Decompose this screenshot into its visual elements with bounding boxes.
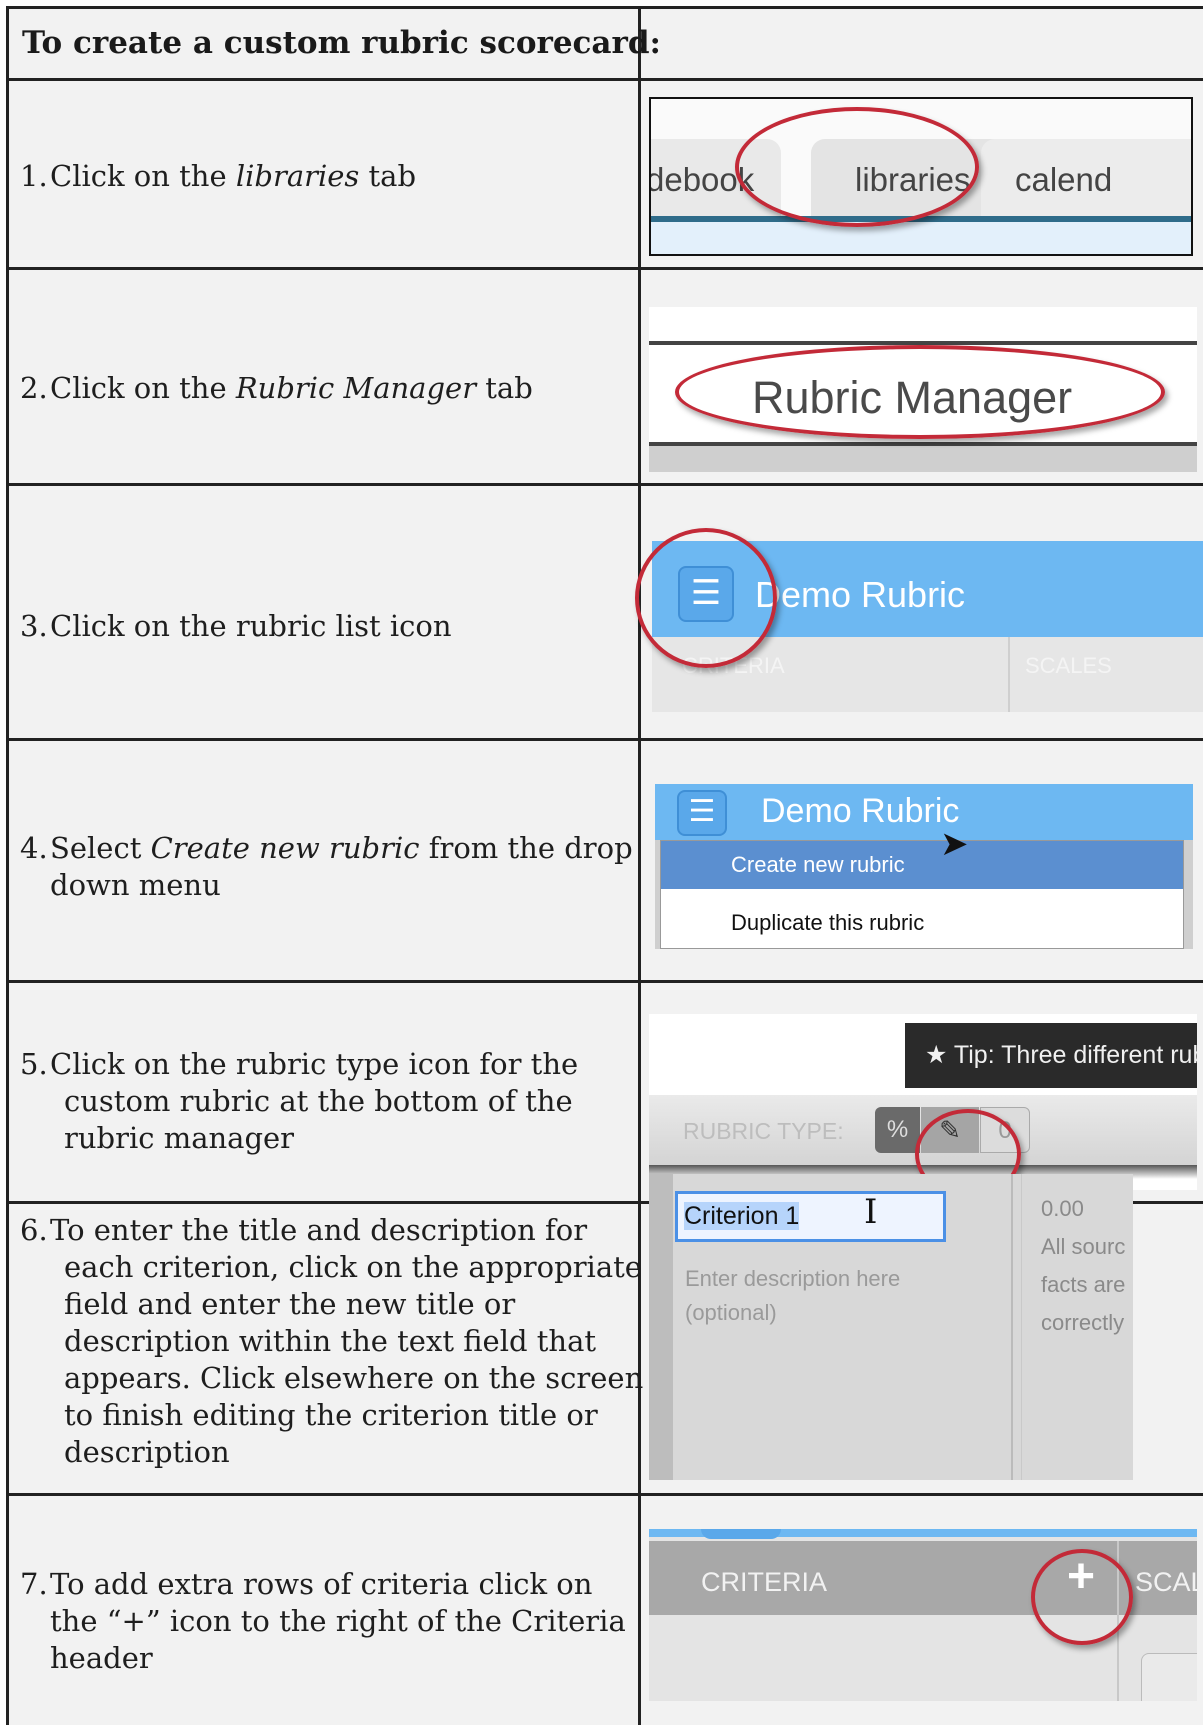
highlight-circle	[635, 528, 777, 668]
rubric-title: Demo Rubric	[761, 792, 960, 830]
screenshot-rubric-manager-tab: Rubric Manager	[649, 307, 1197, 472]
scale-button[interactable]	[1141, 1653, 1197, 1701]
highlight-circle	[1031, 1549, 1133, 1645]
highlight-circle	[735, 107, 979, 227]
criterion-title-field[interactable]: Criterion 1 I	[675, 1191, 946, 1242]
step-4-text: 4. Select Create new rubric from the drop…	[20, 831, 633, 902]
list-icon-edge	[701, 1529, 781, 1539]
table-border-top	[6, 6, 1203, 9]
screenshot-add-criteria: CRITERIA + SCAL	[649, 1529, 1197, 1701]
step-5-text: 5. Click on the rubric type icon for the …	[20, 1047, 579, 1155]
step-6-text: 6. To enter the title and description for…	[20, 1213, 644, 1469]
rubric-type-label: RUBRIC TYPE:	[683, 1118, 844, 1144]
menu-item-duplicate-rubric[interactable]: Duplicate this rubric	[661, 899, 1183, 947]
column-divider	[1011, 1174, 1013, 1480]
tab-calendar[interactable]: calend	[981, 139, 1191, 217]
rubric-title: Demo Rubric	[755, 574, 966, 615]
table-rule	[6, 738, 1203, 741]
menu-item-create-new-rubric[interactable]: Create new rubric	[661, 841, 1183, 889]
text-cursor-icon: I	[864, 1192, 878, 1232]
screenshot-criterion-edit: Criterion 1 I Enter description here (opt…	[649, 1174, 1133, 1480]
step-1-text: 1. Click on the libraries tab	[20, 159, 417, 193]
tip-banner: ★ Tip: Three different rubric	[905, 1023, 1197, 1088]
percent-type-button[interactable]: %	[875, 1107, 920, 1153]
column-divider	[1008, 637, 1010, 712]
step-2-text: 2. Click on the Rubric Manager tab	[20, 371, 533, 405]
highlight-circle	[675, 345, 1165, 439]
scales-column-header: SCAL	[1135, 1567, 1197, 1597]
screenshot-rubric-type: ★ Tip: Three different rubric RUBRIC TYP…	[649, 1014, 1197, 1190]
table-header-title: To create a custom rubric scorecard:	[22, 25, 661, 61]
list-icon[interactable]: ☰	[677, 790, 727, 836]
column-divider	[1021, 1174, 1022, 1480]
header-cell-right	[641, 9, 1203, 78]
mouse-pointer-icon: ➤	[940, 825, 969, 863]
scales-column-header: SCALES	[1025, 653, 1112, 678]
table-border-left	[6, 6, 9, 1725]
step-3-text: 3. Click on the rubric list icon	[20, 609, 452, 643]
step-7-text: 7. To add extra rows of criteria click on…	[20, 1567, 626, 1675]
table-rule	[6, 483, 1203, 486]
rubric-dropdown-menu: Create new rubric Duplicate this rubric	[660, 840, 1184, 949]
table-rule	[6, 78, 1203, 81]
table-rule	[6, 980, 1203, 983]
screenshot-libraries-tab: debook libraries calend	[649, 97, 1193, 256]
table-rule	[6, 1493, 1203, 1496]
tab-content-strip	[651, 222, 1191, 254]
left-gutter	[649, 1174, 673, 1480]
tab-strip	[649, 446, 1197, 472]
criterion-description-placeholder[interactable]: Enter description here (optional)	[685, 1262, 900, 1330]
criteria-column-header: CRITERIA	[701, 1567, 828, 1597]
screenshot-create-new-rubric: ☰ Demo Rubric Create new rubric Duplicat…	[655, 784, 1193, 949]
scale-cell-text: 0.00 All sourc facts are correctly	[1041, 1196, 1126, 1335]
table-rule	[6, 267, 1203, 270]
